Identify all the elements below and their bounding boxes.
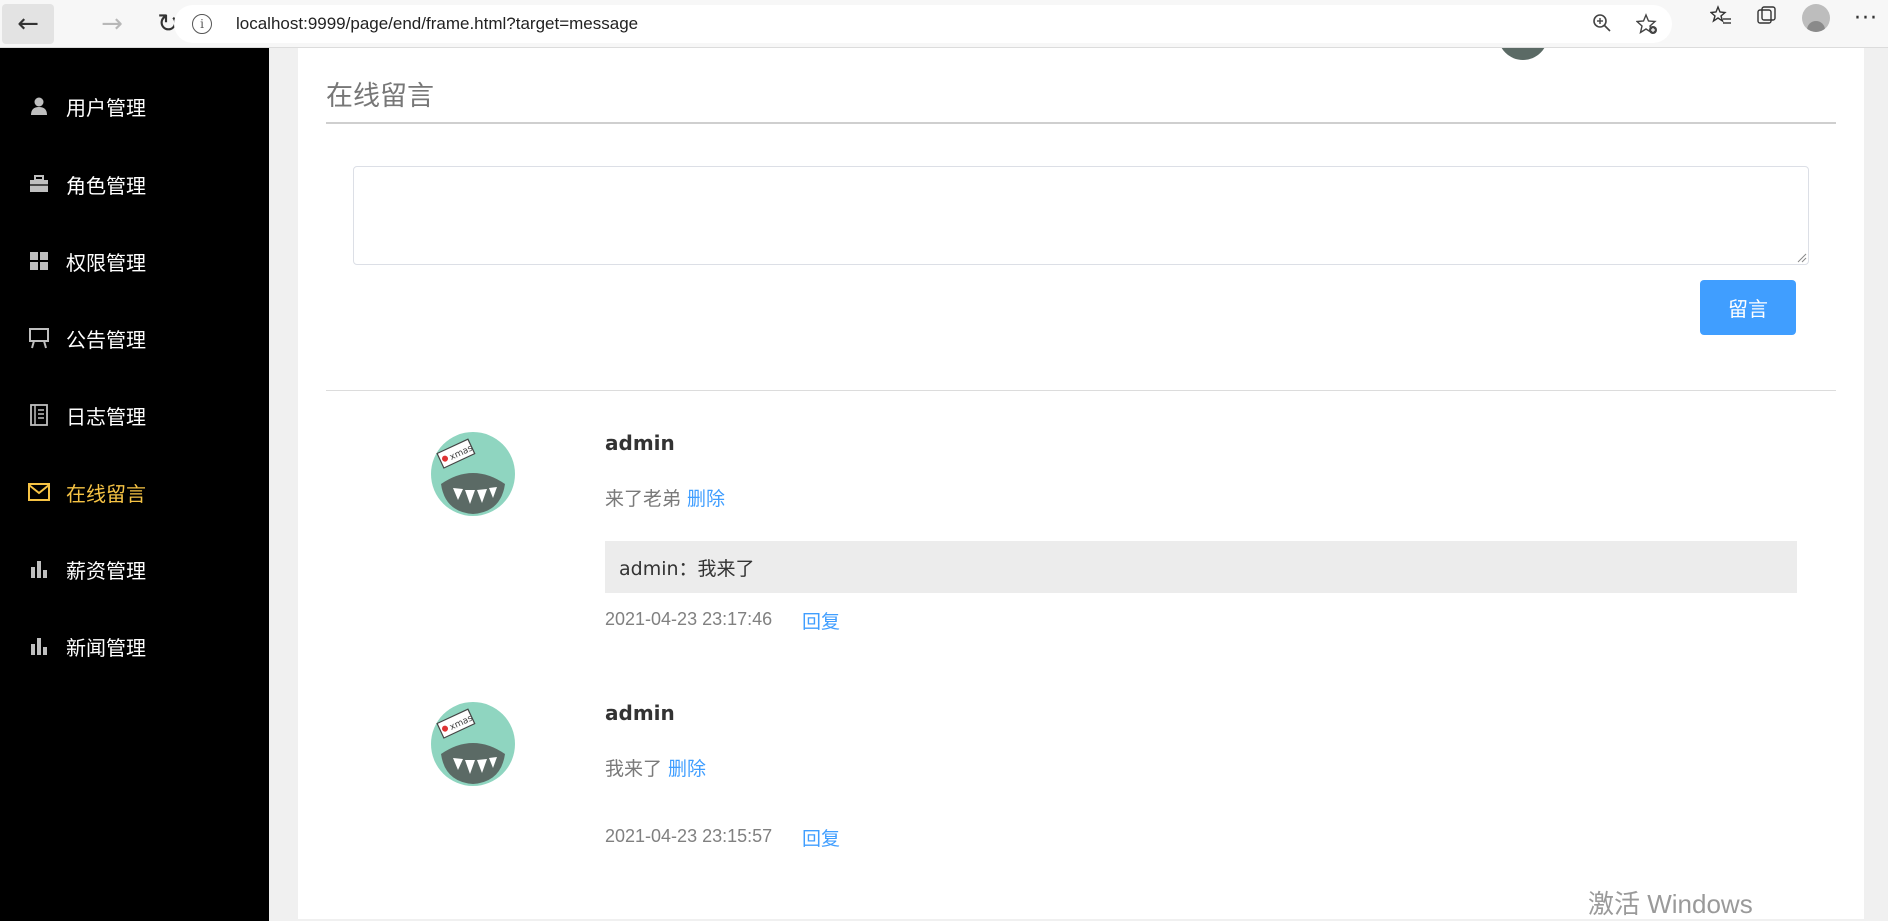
envelope-icon [28,481,50,503]
sidebar-item-permissions[interactable]: 权限管理 [0,233,269,289]
reply-content: admin：我来了 [605,541,1797,593]
avatar: xmas [431,702,515,786]
windows-activation-watermark: 激活 Windows [1588,889,1753,919]
delete-comment-link[interactable]: 删除 [668,758,706,780]
comment-text: 我来了 [605,758,663,780]
zoom-icon[interactable] [1592,13,1612,40]
sidebar-item-roles[interactable]: 角色管理 [0,156,269,212]
user-avatar-icon[interactable] [1498,48,1548,60]
favorites-icon[interactable] [1709,4,1732,32]
notebook-icon [28,404,50,426]
page-title: 在线留言 [326,81,434,112]
resize-grip-icon[interactable] [1795,251,1807,263]
comment-author: admin [605,701,675,725]
bar-chart-icon [28,635,50,657]
sidebar-item-label: 公告管理 [66,327,146,352]
forward-button[interactable]: → [86,4,138,44]
comment-text: 来了老弟 [605,488,682,510]
comment-timestamp: 2021-04-23 23:17:46 [605,609,773,629]
sidebar: 用户管理 角色管理 权限管理 公告管理 日志管理 在线留言 薪资管理 新闻管理 [0,48,269,921]
collections-icon[interactable] [1756,5,1778,32]
bar-chart-icon [28,558,50,580]
person-icon [28,95,50,117]
sidebar-item-label: 用户管理 [66,95,146,120]
delete-comment-link[interactable]: 删除 [687,488,725,510]
sidebar-item-news[interactable]: 新闻管理 [0,618,269,674]
url-text[interactable]: localhost:9999/page/end/frame.html?targe… [236,14,638,34]
forward-arrow-icon: → [101,8,123,39]
reply-link[interactable]: 回复 [802,824,840,851]
comment-text-row: 我来了 删除 [605,754,706,781]
more-options-icon[interactable]: ··· [1854,6,1878,31]
submit-message-button[interactable]: 留言 [1700,280,1796,335]
profile-icon[interactable] [1802,4,1831,32]
browser-toolbar: ← → ↻ i localhost:9999/page/end/frame.ht… [0,0,1888,48]
sidebar-item-messages[interactable]: 在线留言 [0,464,269,520]
page-scroll-area [1864,48,1888,921]
add-favorite-icon[interactable] [1635,13,1658,40]
sidebar-item-salary[interactable]: 薪资管理 [0,541,269,597]
sidebar-item-label: 日志管理 [66,404,146,429]
address-bar[interactable]: i localhost:9999/page/end/frame.html?tar… [174,5,1672,43]
briefcase-icon [28,173,50,195]
sidebar-item-label: 在线留言 [66,481,146,506]
avatar: xmas [431,432,515,516]
sidebar-item-label: 权限管理 [66,250,146,275]
sidebar-item-label: 角色管理 [66,173,146,198]
back-arrow-icon: ← [17,8,39,39]
message-input[interactable] [353,166,1809,265]
sidebar-item-users[interactable]: 用户管理 [0,78,269,134]
sidebar-item-notices[interactable]: 公告管理 [0,310,269,366]
sidebar-item-logs[interactable]: 日志管理 [0,387,269,443]
sidebar-item-label: 薪资管理 [66,558,146,583]
section-divider [326,390,1836,391]
message-panel: 在线留言 留言 xmas admin 来了老弟 删除 admin：我来了 2021… [298,48,1864,919]
comment-author: admin [605,431,675,455]
site-info-icon[interactable]: i [192,14,212,34]
title-divider [326,122,1836,124]
back-button[interactable]: ← [2,3,54,44]
sidebar-item-label: 新闻管理 [66,635,146,660]
grid-icon [28,250,50,272]
comment-timestamp: 2021-04-23 23:15:57 [605,826,773,846]
reply-link[interactable]: 回复 [802,607,840,634]
easel-icon [28,327,50,349]
comment-text-row: 来了老弟 删除 [605,484,725,511]
